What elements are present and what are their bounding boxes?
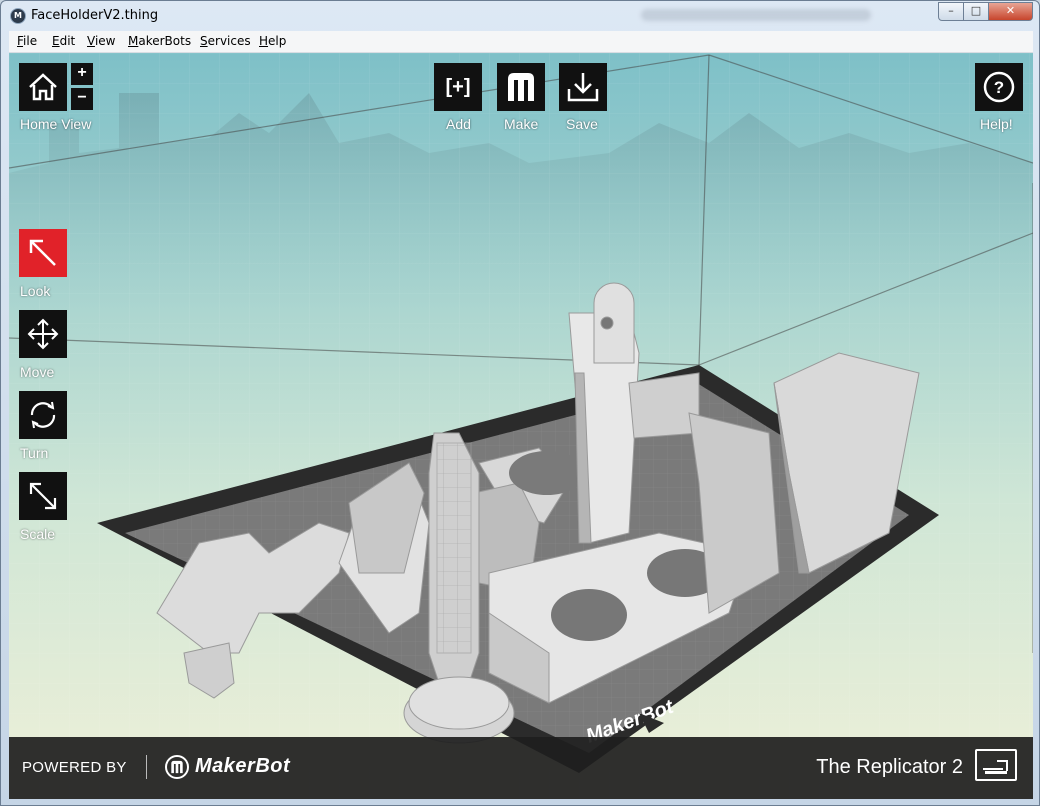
title-bar: M FaceHolderV2.thing – □ ✕ (1, 1, 1039, 31)
zoom-in-button[interactable]: + (71, 63, 93, 85)
scale-label: Scale (20, 526, 56, 542)
download-icon (567, 73, 599, 102)
menu-help[interactable]: Help (259, 34, 286, 48)
home-view-label: Home View (20, 116, 92, 132)
menu-edit[interactable]: Edit (52, 34, 75, 48)
makerbot-m-icon (508, 73, 534, 101)
look-label: Look (20, 283, 51, 299)
makerbot-logo-icon (165, 755, 189, 779)
scale-tool-button[interactable] (19, 472, 67, 520)
make-label: Make (504, 116, 539, 132)
zoom-out-button[interactable]: − (71, 88, 93, 110)
footer-bar: POWERED BY MakerBot The Replicator 2 (9, 737, 1033, 799)
3d-viewport[interactable]: MakerBot + − Home View [+] Add Make Save… (9, 53, 1033, 799)
save-button[interactable] (559, 63, 607, 111)
menu-view[interactable]: View (87, 34, 115, 48)
help-button[interactable]: ? (975, 63, 1023, 111)
turn-tool-button[interactable] (19, 391, 67, 439)
app-icon: M (10, 8, 26, 24)
menu-makerbots[interactable]: MakerBots (128, 34, 191, 48)
add-icon: [+] (445, 75, 471, 98)
help-label: Help! (980, 116, 1013, 132)
close-button[interactable]: ✕ (989, 2, 1033, 21)
maximize-button[interactable]: □ (964, 2, 989, 21)
move-tool-button[interactable] (19, 310, 67, 358)
look-tool-button[interactable] (19, 229, 67, 277)
window-title: FaceHolderV2.thing (31, 8, 159, 23)
powered-by-text: POWERED BY (22, 759, 127, 776)
question-icon: ? (983, 71, 1015, 103)
save-label: Save (566, 116, 598, 132)
home-icon (29, 73, 57, 101)
menu-file[interactable]: File (17, 34, 37, 48)
add-label: Add (446, 116, 471, 132)
menu-services[interactable]: Services (200, 34, 251, 48)
move-label: Move (20, 364, 55, 380)
svg-text:?: ? (994, 78, 1004, 97)
add-button[interactable]: [+] (434, 63, 482, 111)
rotate-icon (30, 401, 56, 429)
makerbot-wordmark: MakerBot (195, 755, 291, 777)
home-view-button[interactable] (19, 63, 67, 111)
blurred-title-region (641, 9, 871, 21)
make-button[interactable] (497, 63, 545, 111)
move-arrows-icon (27, 318, 59, 350)
minimize-button[interactable]: – (938, 2, 964, 21)
turn-label: Turn (20, 445, 49, 461)
diagonal-arrow-icon (29, 239, 56, 266)
menu-bar: File Edit View MakerBots Services Help (9, 31, 1033, 53)
app-window: M FaceHolderV2.thing – □ ✕ File Edit Vie… (0, 0, 1040, 806)
build-scene: MakerBot (9, 53, 1033, 799)
footer-divider (146, 755, 147, 779)
printer-icon[interactable] (975, 749, 1017, 781)
scale-arrows-icon (29, 482, 57, 510)
printer-name[interactable]: The Replicator 2 (816, 756, 963, 779)
